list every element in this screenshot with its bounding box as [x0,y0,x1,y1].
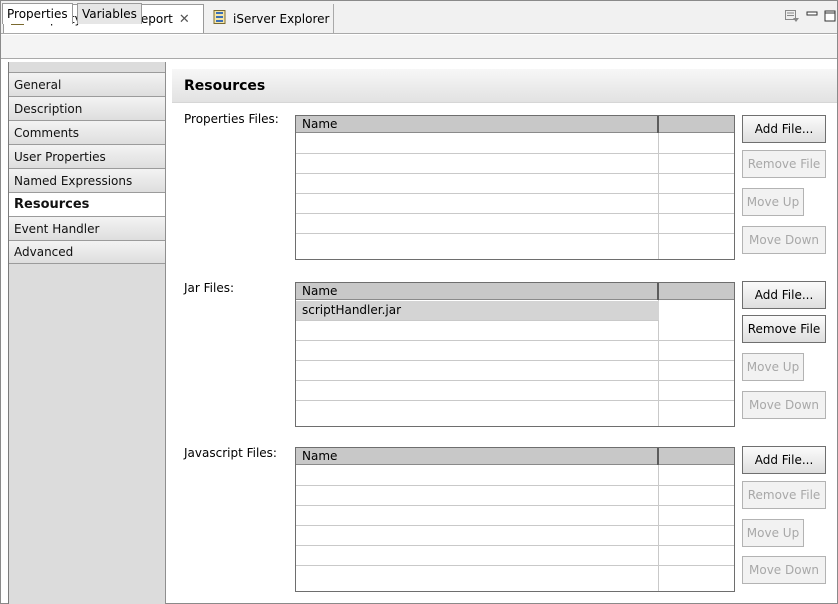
table-row[interactable] [296,361,734,381]
column-resize-handle[interactable] [657,116,659,133]
table-row[interactable] [296,194,734,214]
properties-remove-file-button[interactable]: Remove File [742,150,826,178]
subtab-bar [1,35,837,59]
table-row[interactable] [296,466,734,486]
column-resize-handle[interactable] [657,283,659,300]
javascript-remove-file-button[interactable]: Remove File [742,481,826,509]
javascript-move-down-button[interactable]: Move Down [742,556,826,584]
nav-item-description[interactable]: Description [9,96,165,120]
column-resize-handle[interactable] [657,448,659,465]
jar-remove-file-button[interactable]: Remove File [742,315,826,343]
table-row[interactable] [296,486,734,506]
jar-files-table[interactable]: Name scriptHandler.jar [295,282,735,427]
minimize-icon[interactable] [806,10,818,25]
jar-file-name: scriptHandler.jar [302,303,402,317]
nav-item-general[interactable]: General [9,72,165,96]
nav-item-advanced[interactable]: Advanced [9,240,165,264]
maximize-icon[interactable] [824,10,836,25]
column-header-name[interactable]: Name [302,117,337,131]
column-header-name[interactable]: Name [302,449,337,463]
table-row[interactable] [296,506,734,526]
jar-move-down-button[interactable]: Move Down [742,391,826,419]
close-icon[interactable]: ✕ [179,12,190,27]
table-row[interactable] [296,214,734,234]
view-menu-icon[interactable] [784,8,800,27]
properties-move-up-button[interactable]: Move Up [742,188,804,216]
nav-item-event-handler[interactable]: Event Handler [9,216,165,240]
table-row[interactable] [296,341,734,361]
javascript-files-label: Javascript Files: [184,446,277,460]
jar-move-up-button[interactable]: Move Up [742,353,804,381]
javascript-add-file-button[interactable]: Add File... [742,446,826,474]
tab-iserver-explorer[interactable]: iServer Explorer [206,4,334,33]
section-title: Resources [172,69,837,103]
nav-item-named-expressions[interactable]: Named Expressions [9,168,165,192]
category-nav: General Description Comments User Proper… [9,62,166,604]
table-row[interactable] [296,321,734,341]
table-row[interactable] [296,526,734,546]
nav-item-user-properties[interactable]: User Properties [9,144,165,168]
jar-files-label: Jar Files: [184,281,235,295]
iserver-explorer-icon [212,9,228,28]
table-row[interactable] [296,381,734,401]
properties-files-table[interactable]: Name [295,115,735,260]
table-row[interactable] [296,134,734,154]
javascript-move-up-button[interactable]: Move Up [742,519,804,547]
table-row[interactable] [296,546,734,566]
tab-iserver-label: iServer Explorer [233,11,330,26]
properties-move-down-button[interactable]: Move Down [742,226,826,254]
jar-add-file-button[interactable]: Add File... [742,281,826,309]
table-row[interactable] [296,154,734,174]
table-row-selected[interactable]: scriptHandler.jar [296,301,659,321]
column-header-name[interactable]: Name [302,284,337,298]
nav-item-resources[interactable]: Resources [9,192,165,216]
table-row[interactable] [296,174,734,194]
table-header: Name [296,116,734,133]
properties-add-file-button[interactable]: Add File... [742,115,826,143]
nav-item-comments[interactable]: Comments [9,120,165,144]
properties-files-label: Properties Files: [184,112,279,126]
view-toolbar [768,6,838,28]
table-header: Name [296,448,734,465]
table-header: Name [296,283,734,300]
subtab-variables[interactable]: Variables [77,3,142,24]
javascript-files-table[interactable]: Name [295,447,735,592]
subtab-properties[interactable]: Properties [2,3,73,24]
